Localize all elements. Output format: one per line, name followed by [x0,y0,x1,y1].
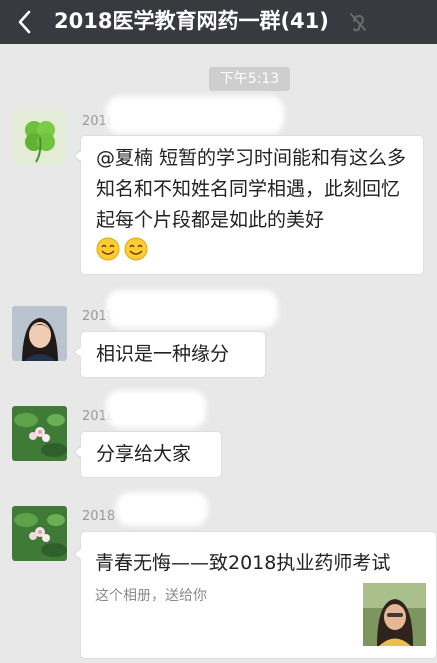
smile-emoji-icon [124,237,148,261]
title-bar: 2018医学教育网药一群(41) [0,0,437,44]
chevron-left-icon [18,10,31,34]
avatar-flower[interactable] [12,406,67,461]
blurred-name [106,96,284,134]
sender-name: 2018 [82,509,116,524]
message-bubble[interactable]: 相识是一种缘分 [73,331,266,378]
message-bubble[interactable]: 分享给大家 [73,431,222,478]
blurred-name [106,290,278,328]
back-button[interactable] [8,6,44,38]
message-text: @夏楠 短暂的学习时间能和有这么多知名和不知姓名同学相遇，此刻回忆起每个片段都是… [96,147,407,231]
blurred-name [106,390,206,428]
message-text: 相识是一种缘分 [96,343,230,365]
message-bubble[interactable]: @夏楠 短暂的学习时间能和有这么多知名和不知姓名同学相遇，此刻回忆起每个片段都是… [73,135,424,275]
time-divider: 下午5:13 [209,67,290,91]
blurred-name [116,492,208,526]
share-card[interactable]: 青春无悔——致2018执业药师考试 这个相册，送给你 [73,531,437,659]
chat-title: 2018医学教育网药一群(41) [54,9,329,33]
card-title: 青春无悔——致2018执业药师考试 [95,552,391,574]
ear-mute-icon[interactable] [348,11,368,33]
avatar-flower[interactable] [12,506,67,561]
card-description: 这个相册，送给你 [95,588,207,604]
avatar-clover[interactable] [12,110,67,165]
message-text: 分享给大家 [96,443,192,465]
smile-emoji-icon [96,237,120,261]
avatar-girl[interactable] [12,306,67,361]
card-thumbnail [363,583,426,646]
